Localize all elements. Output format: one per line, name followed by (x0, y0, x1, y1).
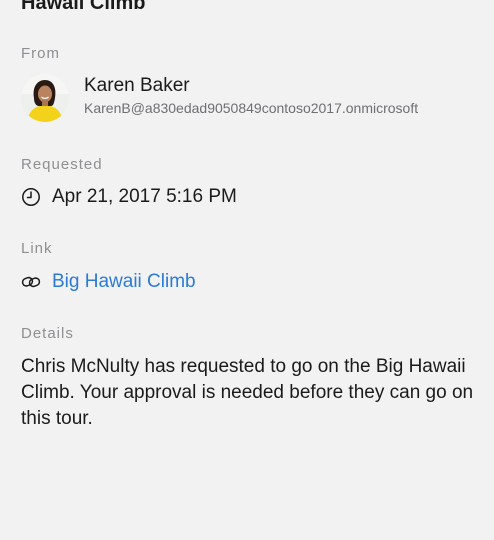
avatar-image (21, 74, 69, 122)
sender-email: KarenB@a830edad9050849contoso2017.onmicr… (84, 100, 419, 116)
details-label: Details (21, 325, 74, 342)
tour-link[interactable]: Big Hawaii Climb (52, 271, 196, 293)
link-icon[interactable] (21, 272, 41, 292)
from-label: From (21, 45, 60, 62)
link-label: Link (21, 240, 53, 257)
avatar[interactable] (21, 74, 69, 122)
details-text: Chris McNulty has requested to go on the… (21, 356, 474, 429)
sender-name: Karen Baker (84, 75, 190, 96)
clock-icon (21, 187, 41, 207)
requested-datetime: Apr 21, 2017 5:16 PM (52, 186, 237, 207)
page-title: Hawaii Climb (21, 0, 146, 14)
requested-label: Requested (21, 156, 103, 173)
